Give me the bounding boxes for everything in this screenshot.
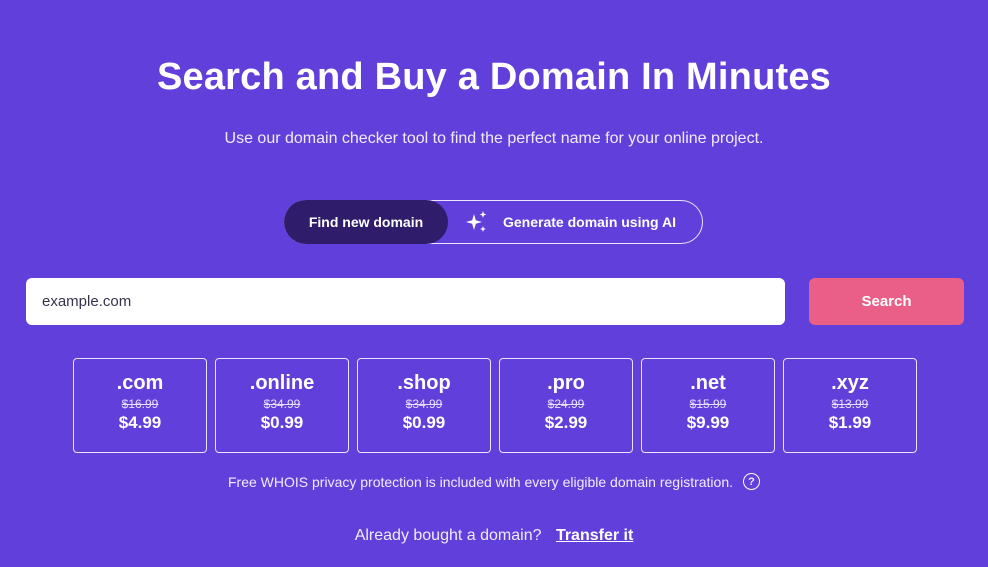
page-title: Search and Buy a Domain In Minutes [156, 56, 832, 98]
tld-name: .online [249, 372, 315, 394]
tld-price: $0.99 [260, 413, 304, 432]
tld-old-price: $34.99 [405, 397, 443, 411]
tld-name: .pro [547, 372, 585, 394]
tld-price: $1.99 [828, 413, 872, 432]
tld-name: .com [116, 372, 164, 394]
tab-label: Generate domain using AI [503, 214, 676, 230]
tld-price: $9.99 [686, 413, 730, 432]
transfer-question: Already bought a domain? [354, 527, 542, 544]
tld-card-shop[interactable]: .shop $34.99 $0.99 [357, 358, 491, 453]
search-button[interactable]: Search [809, 278, 964, 325]
tld-price: $0.99 [402, 413, 446, 432]
tld-card-pro[interactable]: .pro $24.99 $2.99 [499, 358, 633, 453]
tld-card-xyz[interactable]: .xyz $13.99 $1.99 [783, 358, 917, 453]
tld-name: .net [690, 372, 726, 394]
help-icon[interactable]: ? [743, 473, 760, 490]
tld-old-price: $24.99 [547, 397, 585, 411]
tld-name: .xyz [831, 372, 869, 394]
tld-old-price: $13.99 [831, 397, 869, 411]
tab-generate-domain-ai[interactable]: Generate domain using AI [465, 201, 676, 243]
tld-card-com[interactable]: .com $16.99 $4.99 [73, 358, 207, 453]
tld-price-list: .com $16.99 $4.99 .online $34.99 $0.99 .… [73, 358, 917, 453]
transfer-prompt: Already bought a domain? Transfer it [0, 527, 988, 545]
domain-search-input[interactable] [26, 278, 785, 325]
privacy-text: Free WHOIS privacy protection is include… [228, 473, 733, 490]
tld-old-price: $15.99 [689, 397, 727, 411]
tld-card-online[interactable]: .online $34.99 $0.99 [215, 358, 349, 453]
tld-name: .shop [397, 372, 451, 394]
search-mode-toggle: Find new domain Generate domain using AI [284, 200, 703, 244]
tab-find-new-domain[interactable]: Find new domain [284, 200, 448, 244]
transfer-link[interactable]: Transfer it [556, 527, 633, 544]
page-subtitle: Use our domain checker tool to find the … [224, 130, 764, 147]
sparkles-icon [466, 211, 487, 232]
tld-old-price: $34.99 [263, 397, 301, 411]
tld-price: $4.99 [118, 413, 162, 432]
tab-label: Find new domain [308, 214, 424, 230]
privacy-note: Free WHOIS privacy protection is include… [0, 473, 988, 490]
tld-old-price: $16.99 [121, 397, 159, 411]
tld-price: $2.99 [544, 413, 588, 432]
tld-card-net[interactable]: .net $15.99 $9.99 [641, 358, 775, 453]
